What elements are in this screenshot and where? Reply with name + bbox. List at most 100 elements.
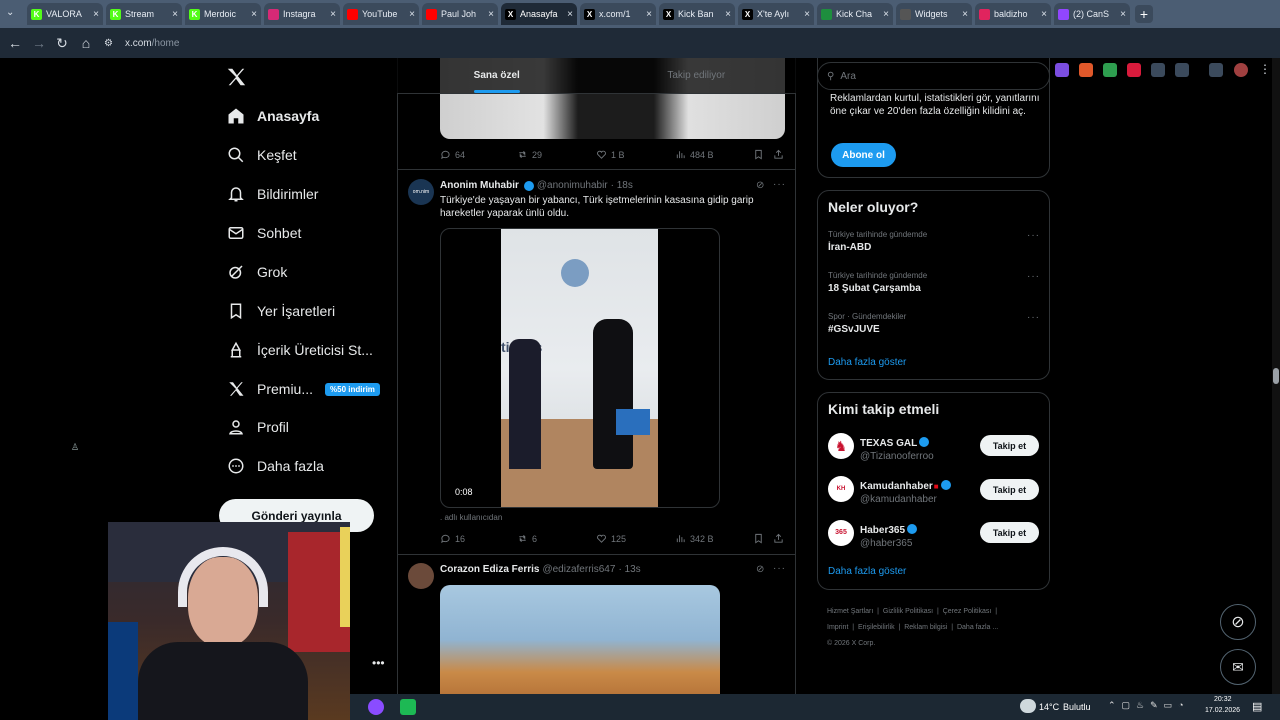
grok-icon[interactable]: ⊘ <box>756 180 764 191</box>
app-icon[interactable] <box>368 699 384 715</box>
clock-time[interactable]: 20:32 <box>1214 696 1232 703</box>
profile-avatar[interactable] <box>1234 63 1248 77</box>
clock-date[interactable]: 17.02.2026 <box>1205 707 1240 714</box>
views-button[interactable]: 484 B <box>675 149 714 160</box>
nav-chat[interactable]: Sohbet <box>225 218 301 248</box>
browser-tab[interactable]: Paul Joh × <box>422 3 498 25</box>
follow-button[interactable]: Takip et <box>980 435 1039 456</box>
tweet-more-icon[interactable]: ··· <box>773 563 786 574</box>
browser-tab[interactable]: Widgets × <box>896 3 972 25</box>
views-button[interactable]: 342 B <box>675 533 714 544</box>
tab-close-icon[interactable]: × <box>251 9 257 20</box>
app-icon[interactable] <box>400 699 416 715</box>
extension-icon[interactable] <box>1079 63 1093 77</box>
site-info-icon[interactable]: ⚙ <box>104 38 113 49</box>
footer-link[interactable]: Gizlilik Politikası <box>883 608 933 615</box>
trend-item[interactable]: Türkiye tarihinde gündemde 18 Şubat Çarş… <box>828 271 1040 294</box>
tweet-more-icon[interactable]: ··· <box>773 179 786 190</box>
adblock-icon[interactable] <box>1127 63 1141 77</box>
url-bar[interactable]: ⚙ x.com/home <box>104 32 1004 54</box>
like-button[interactable]: 125 <box>596 533 626 544</box>
tab-for-you[interactable]: Sana özel <box>397 58 597 93</box>
tray-icons[interactable]: ⌃▢♨✎▭◔ <box>1108 700 1190 711</box>
tab-following[interactable]: Takip ediliyor <box>597 58 797 93</box>
extension-icon[interactable] <box>1151 63 1165 77</box>
trend-item[interactable]: Spor · Gündemdekiler #GSvJUVE ··· <box>828 312 1040 335</box>
share-button[interactable] <box>773 533 788 544</box>
tab-close-icon[interactable]: × <box>567 9 573 20</box>
tab-close-icon[interactable]: × <box>172 9 178 20</box>
follow-button[interactable]: Takip et <box>980 479 1039 500</box>
menu-icon[interactable]: ⋮ <box>1259 62 1271 76</box>
nav-notifications[interactable]: Bildirimler <box>225 179 318 209</box>
footer-link[interactable]: Hizmet Şartları <box>827 608 873 615</box>
tab-close-icon[interactable]: × <box>93 9 99 20</box>
nav-grok[interactable]: Grok <box>225 257 287 287</box>
nav-bookmarks[interactable]: Yer İşaretleri <box>225 296 335 326</box>
new-tab-button[interactable]: + <box>1135 5 1153 23</box>
nav-premium[interactable]: Premiu... %50 indirim <box>225 374 380 404</box>
tab-close-icon[interactable]: × <box>962 9 968 20</box>
bookmark-button[interactable] <box>753 149 768 160</box>
repost-button[interactable]: 6 <box>517 533 537 544</box>
puzzle-icon[interactable] <box>1175 63 1189 77</box>
extension-icon[interactable] <box>1055 63 1069 77</box>
follow-button[interactable]: Takip et <box>980 522 1039 543</box>
subscribe-button[interactable]: Abone ol <box>831 143 896 167</box>
tweet-author-handle[interactable]: @edizaferris647 <box>542 564 615 575</box>
reply-button[interactable]: 16 <box>440 533 465 544</box>
reply-button[interactable]: 64 <box>440 149 465 160</box>
show-more-link[interactable]: Daha fazla göster <box>828 566 906 577</box>
tweet-author-handle[interactable]: @anonimuhabir <box>537 180 608 191</box>
browser-tab[interactable]: X Anasayfa × <box>501 3 577 25</box>
grok-fab[interactable]: ⊘ <box>1220 604 1256 640</box>
tab-close-icon[interactable]: × <box>725 9 731 20</box>
bookmark-button[interactable] <box>753 533 768 544</box>
tab-close-icon[interactable]: × <box>409 9 415 20</box>
browser-tab[interactable]: K Stream × <box>106 3 182 25</box>
share-button[interactable] <box>773 149 788 160</box>
browser-tab[interactable]: X Kick Ban × <box>659 3 735 25</box>
forward-icon[interactable]: → <box>27 31 51 55</box>
notification-icon[interactable]: ▤ <box>1252 700 1262 713</box>
browser-tab[interactable]: Xx.com/1 × <box>580 3 656 25</box>
repost-button[interactable]: 29 <box>517 149 542 160</box>
grok-icon[interactable]: ⊘ <box>756 564 764 575</box>
browser-tab[interactable]: (2) CanS × <box>1054 3 1130 25</box>
weather-text[interactable]: Bulutlu <box>1063 702 1091 712</box>
show-more-link[interactable]: Daha fazla göster <box>828 357 906 368</box>
sidebar-icon[interactable] <box>1209 63 1223 77</box>
footer-link[interactable]: Reklam bilgisi <box>904 624 947 631</box>
suggestion-user[interactable]: Haber365 @haber365 <box>860 520 918 549</box>
tweet-author-name[interactable]: Anonim Muhabir <box>440 180 519 191</box>
tab-close-icon[interactable]: × <box>330 9 336 20</box>
tweet-time[interactable]: · 18s <box>611 180 633 191</box>
tab-close-icon[interactable]: × <box>488 9 494 20</box>
footer-link[interactable]: Çerez Politikası <box>943 608 992 615</box>
messages-fab[interactable]: ✉ <box>1220 649 1256 685</box>
suggestion-user[interactable]: TEXAS GAL @Tizianooferroo <box>860 433 934 462</box>
nav-explore[interactable]: Keşfet <box>225 140 297 170</box>
tweet-media[interactable] <box>440 585 720 694</box>
tab-close-icon[interactable]: × <box>1120 9 1126 20</box>
browser-tab[interactable]: X X'te Aylı × <box>738 3 814 25</box>
scrollbar-thumb[interactable] <box>1273 368 1279 384</box>
footer-link[interactable]: Erişilebilirlik <box>858 624 895 631</box>
browser-tab[interactable]: Kick Cha × <box>817 3 893 25</box>
trend-item[interactable]: Türkiye tarihinde gündemde İran-ABD ··· <box>828 230 1040 253</box>
suggestion-user[interactable]: Kamudanhaber■ @kamudanhaber <box>860 476 951 505</box>
nav-creator-studio[interactable]: İçerik Üreticisi St... <box>225 335 373 365</box>
browser-tab[interactable]: K VALORA × <box>27 3 103 25</box>
tweet-author-name[interactable]: Corazon Ediza Ferris <box>440 564 539 575</box>
temperature[interactable]: 14°C <box>1039 702 1059 712</box>
nav-home[interactable]: Anasayfa <box>225 101 319 131</box>
tweet-video[interactable]: tinbas 0:08 <box>440 228 720 508</box>
source-note[interactable]: . adlı kullanıcıdan <box>440 513 502 522</box>
browser-tab[interactable]: K Merdoic × <box>185 3 261 25</box>
nav-more[interactable]: Daha fazla <box>225 451 324 481</box>
avatar[interactable]: KH <box>828 476 854 502</box>
avatar[interactable] <box>408 563 434 589</box>
x-logo-icon[interactable] <box>225 66 247 88</box>
back-icon[interactable]: ← <box>3 31 27 55</box>
tweet-time[interactable]: · 13s <box>618 564 640 575</box>
